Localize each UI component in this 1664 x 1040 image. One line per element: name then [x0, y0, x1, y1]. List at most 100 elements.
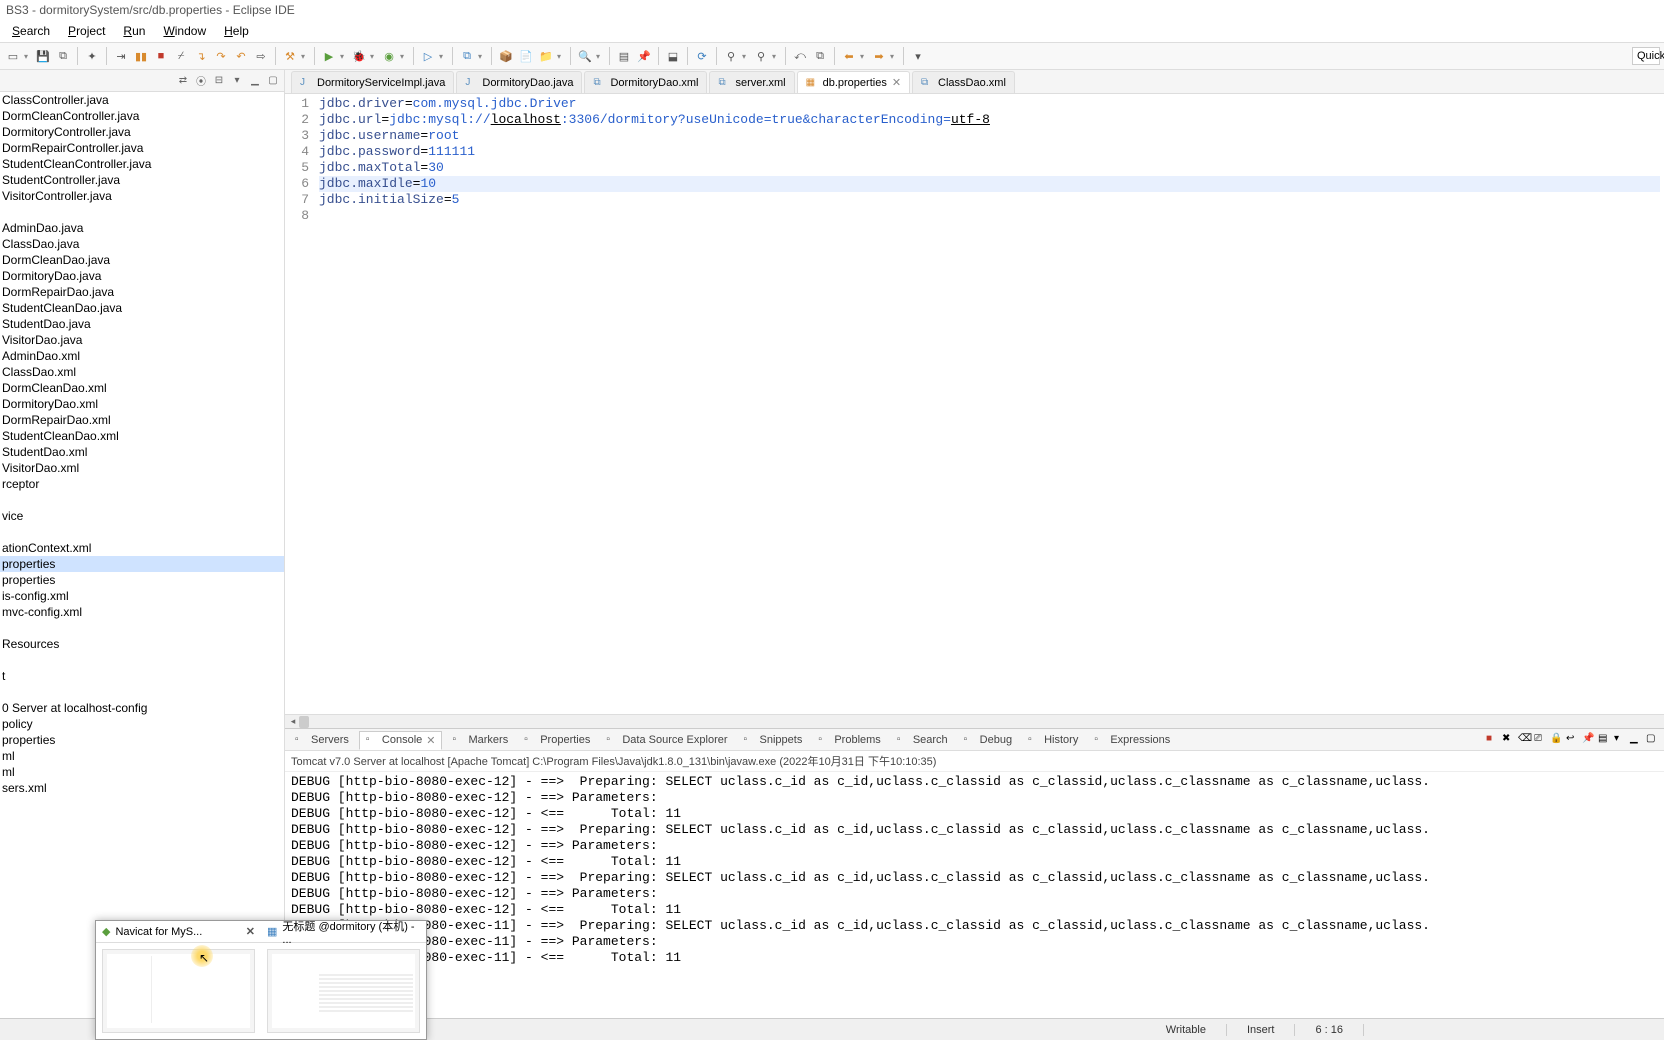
terminate-icon[interactable]: ■ [1486, 733, 1500, 747]
build-icon[interactable]: ⚒ [281, 47, 299, 65]
tree-item[interactable]: properties [0, 572, 284, 588]
code-content[interactable]: jdbc.driver=com.mysql.jdbc.Driverjdbc.ur… [315, 94, 1664, 714]
filter2-icon[interactable]: ⚲ [752, 47, 770, 65]
search-toolbar-icon[interactable]: 🔍 [576, 47, 594, 65]
save-icon[interactable]: 💾 [34, 47, 52, 65]
tree-item[interactable]: sers.xml [0, 780, 284, 796]
tree-item[interactable]: StudentController.java [0, 172, 284, 188]
scroll-left-icon[interactable]: ◂ [287, 716, 299, 728]
bottom-tab-markers[interactable]: ▫Markers [446, 732, 514, 748]
editor-tab[interactable]: JDormitoryDao.java [456, 71, 582, 93]
task-thumbnail-2[interactable] [267, 949, 420, 1033]
tree-item[interactable]: is-config.xml [0, 588, 284, 604]
bottom-tab-console[interactable]: ▫Console✕ [359, 731, 443, 750]
link2-icon[interactable]: ⧉ [811, 47, 829, 65]
task-thumbnail-1[interactable] [102, 949, 255, 1033]
new-icon[interactable]: ▭ [4, 47, 22, 65]
bottom-tab-data-source-explorer[interactable]: ▫Data Source Explorer [600, 732, 733, 748]
tree-item[interactable]: properties [0, 556, 284, 572]
collapse-icon[interactable]: ⊟ [212, 74, 226, 88]
pause-icon[interactable]: ▮▮ [132, 47, 150, 65]
bottom-tab-problems[interactable]: ▫Problems [812, 732, 886, 748]
disconnect-icon[interactable]: ⌿ [172, 47, 190, 65]
task-title-2[interactable]: 无标题 @dormitory (本机) - ... [282, 918, 420, 946]
toggle-icon[interactable]: ▤ [615, 47, 633, 65]
menu-search[interactable]: Search [4, 22, 58, 40]
quick-access[interactable]: Quick [1632, 47, 1660, 65]
tree-item[interactable]: VisitorDao.xml [0, 460, 284, 476]
coverage-icon[interactable]: ◉ [380, 47, 398, 65]
tab-close-icon[interactable]: ✕ [892, 76, 901, 89]
run-icon[interactable]: ▶ [320, 47, 338, 65]
scroll-lock-icon[interactable]: 🔒 [1550, 733, 1564, 747]
task-title-1[interactable]: Navicat for MyS... [115, 926, 202, 938]
tree-item[interactable]: ClassDao.java [0, 236, 284, 252]
tree-item[interactable]: AdminDao.java [0, 220, 284, 236]
back-icon[interactable]: ⬅ [840, 47, 858, 65]
layout-icon[interactable]: ⬓ [664, 47, 682, 65]
max-icon[interactable]: ▢ [266, 74, 280, 88]
editor-hscrollbar[interactable]: ◂ [285, 714, 1664, 728]
editor-area[interactable]: 12345678 jdbc.driver=com.mysql.jdbc.Driv… [285, 94, 1664, 714]
max2-icon[interactable]: ▢ [1646, 733, 1660, 747]
tree-item[interactable]: DormRepairDao.xml [0, 412, 284, 428]
bottom-tab-servers[interactable]: ▫Servers [289, 732, 355, 748]
pin-icon[interactable]: 📌 [635, 47, 653, 65]
menu-run[interactable]: Run [115, 22, 153, 40]
tree-item[interactable]: ationContext.xml [0, 540, 284, 556]
tab-close-icon[interactable]: ✕ [426, 734, 435, 747]
scroll-thumb[interactable] [299, 716, 309, 728]
editor-tab[interactable]: ▦db.properties✕ [797, 71, 910, 93]
link-editor-icon[interactable]: ⇄ [176, 74, 190, 88]
open-console-icon[interactable]: ▾ [1614, 733, 1628, 747]
tree-item[interactable]: VisitorController.java [0, 188, 284, 204]
menu-help[interactable]: Help [216, 22, 257, 40]
tree-item[interactable] [0, 524, 284, 540]
bottom-tab-properties[interactable]: ▫Properties [518, 732, 596, 748]
tree-item[interactable]: DormitoryController.java [0, 124, 284, 140]
editor-tab[interactable]: ⧉server.xml [709, 71, 794, 93]
run-last-icon[interactable]: ▷ [419, 47, 437, 65]
tree-item[interactable]: t [0, 668, 284, 684]
bottom-tab-search[interactable]: ▫Search [891, 732, 954, 748]
skip-icon[interactable]: ⇥ [112, 47, 130, 65]
tree-item[interactable]: ml [0, 748, 284, 764]
stop-icon[interactable]: ■ [152, 47, 170, 65]
console-output[interactable]: DEBUG [http-bio-8080-exec-12] - ==> Prep… [285, 772, 1664, 1018]
file-tree[interactable]: ClassController.javaDormCleanController.… [0, 92, 284, 1018]
remove-launch-icon[interactable]: ✖ [1502, 733, 1516, 747]
remove-all-icon[interactable]: ⌫ [1518, 733, 1532, 747]
task-close-icon[interactable]: ✕ [246, 925, 255, 938]
menu-window[interactable]: Window [155, 22, 214, 40]
display-icon[interactable]: ▤ [1598, 733, 1612, 747]
tree-item[interactable]: ClassController.java [0, 92, 284, 108]
min2-icon[interactable]: ▁ [1630, 733, 1644, 747]
new-package-icon[interactable]: 📦 [497, 47, 515, 65]
wand-icon[interactable]: ✦ [83, 47, 101, 65]
tree-item[interactable]: DormitoryDao.java [0, 268, 284, 284]
clear-icon[interactable]: ⎚ [1534, 733, 1548, 747]
editor-tab[interactable]: ⧉ClassDao.xml [912, 71, 1015, 93]
tree-item[interactable] [0, 204, 284, 220]
resume-icon[interactable]: ⇨ [252, 47, 270, 65]
tree-item[interactable]: StudentCleanDao.xml [0, 428, 284, 444]
tree-item[interactable]: ClassDao.xml [0, 364, 284, 380]
tree-item[interactable]: DormCleanController.java [0, 108, 284, 124]
editor-tab[interactable]: ⧉DormitoryDao.xml [584, 71, 707, 93]
tree-item[interactable]: VisitorDao.java [0, 332, 284, 348]
tree-item[interactable]: StudentCleanDao.java [0, 300, 284, 316]
refresh-icon[interactable]: ⟳ [693, 47, 711, 65]
tree-item[interactable]: rceptor [0, 476, 284, 492]
tree-item[interactable]: vice [0, 508, 284, 524]
step-into-icon[interactable]: ↴ [192, 47, 210, 65]
debug-icon[interactable]: 🐞 [350, 47, 368, 65]
tree-item[interactable]: 0 Server at localhost-config [0, 700, 284, 716]
bottom-tab-debug[interactable]: ▫Debug [958, 732, 1018, 748]
recent-icon[interactable]: ▾ [909, 47, 927, 65]
min-icon[interactable]: ▁ [248, 74, 262, 88]
tree-item[interactable] [0, 652, 284, 668]
forward-icon[interactable]: ➡ [870, 47, 888, 65]
tree-item[interactable]: properties [0, 732, 284, 748]
tree-item[interactable]: AdminDao.xml [0, 348, 284, 364]
tree-item[interactable]: Resources [0, 636, 284, 652]
